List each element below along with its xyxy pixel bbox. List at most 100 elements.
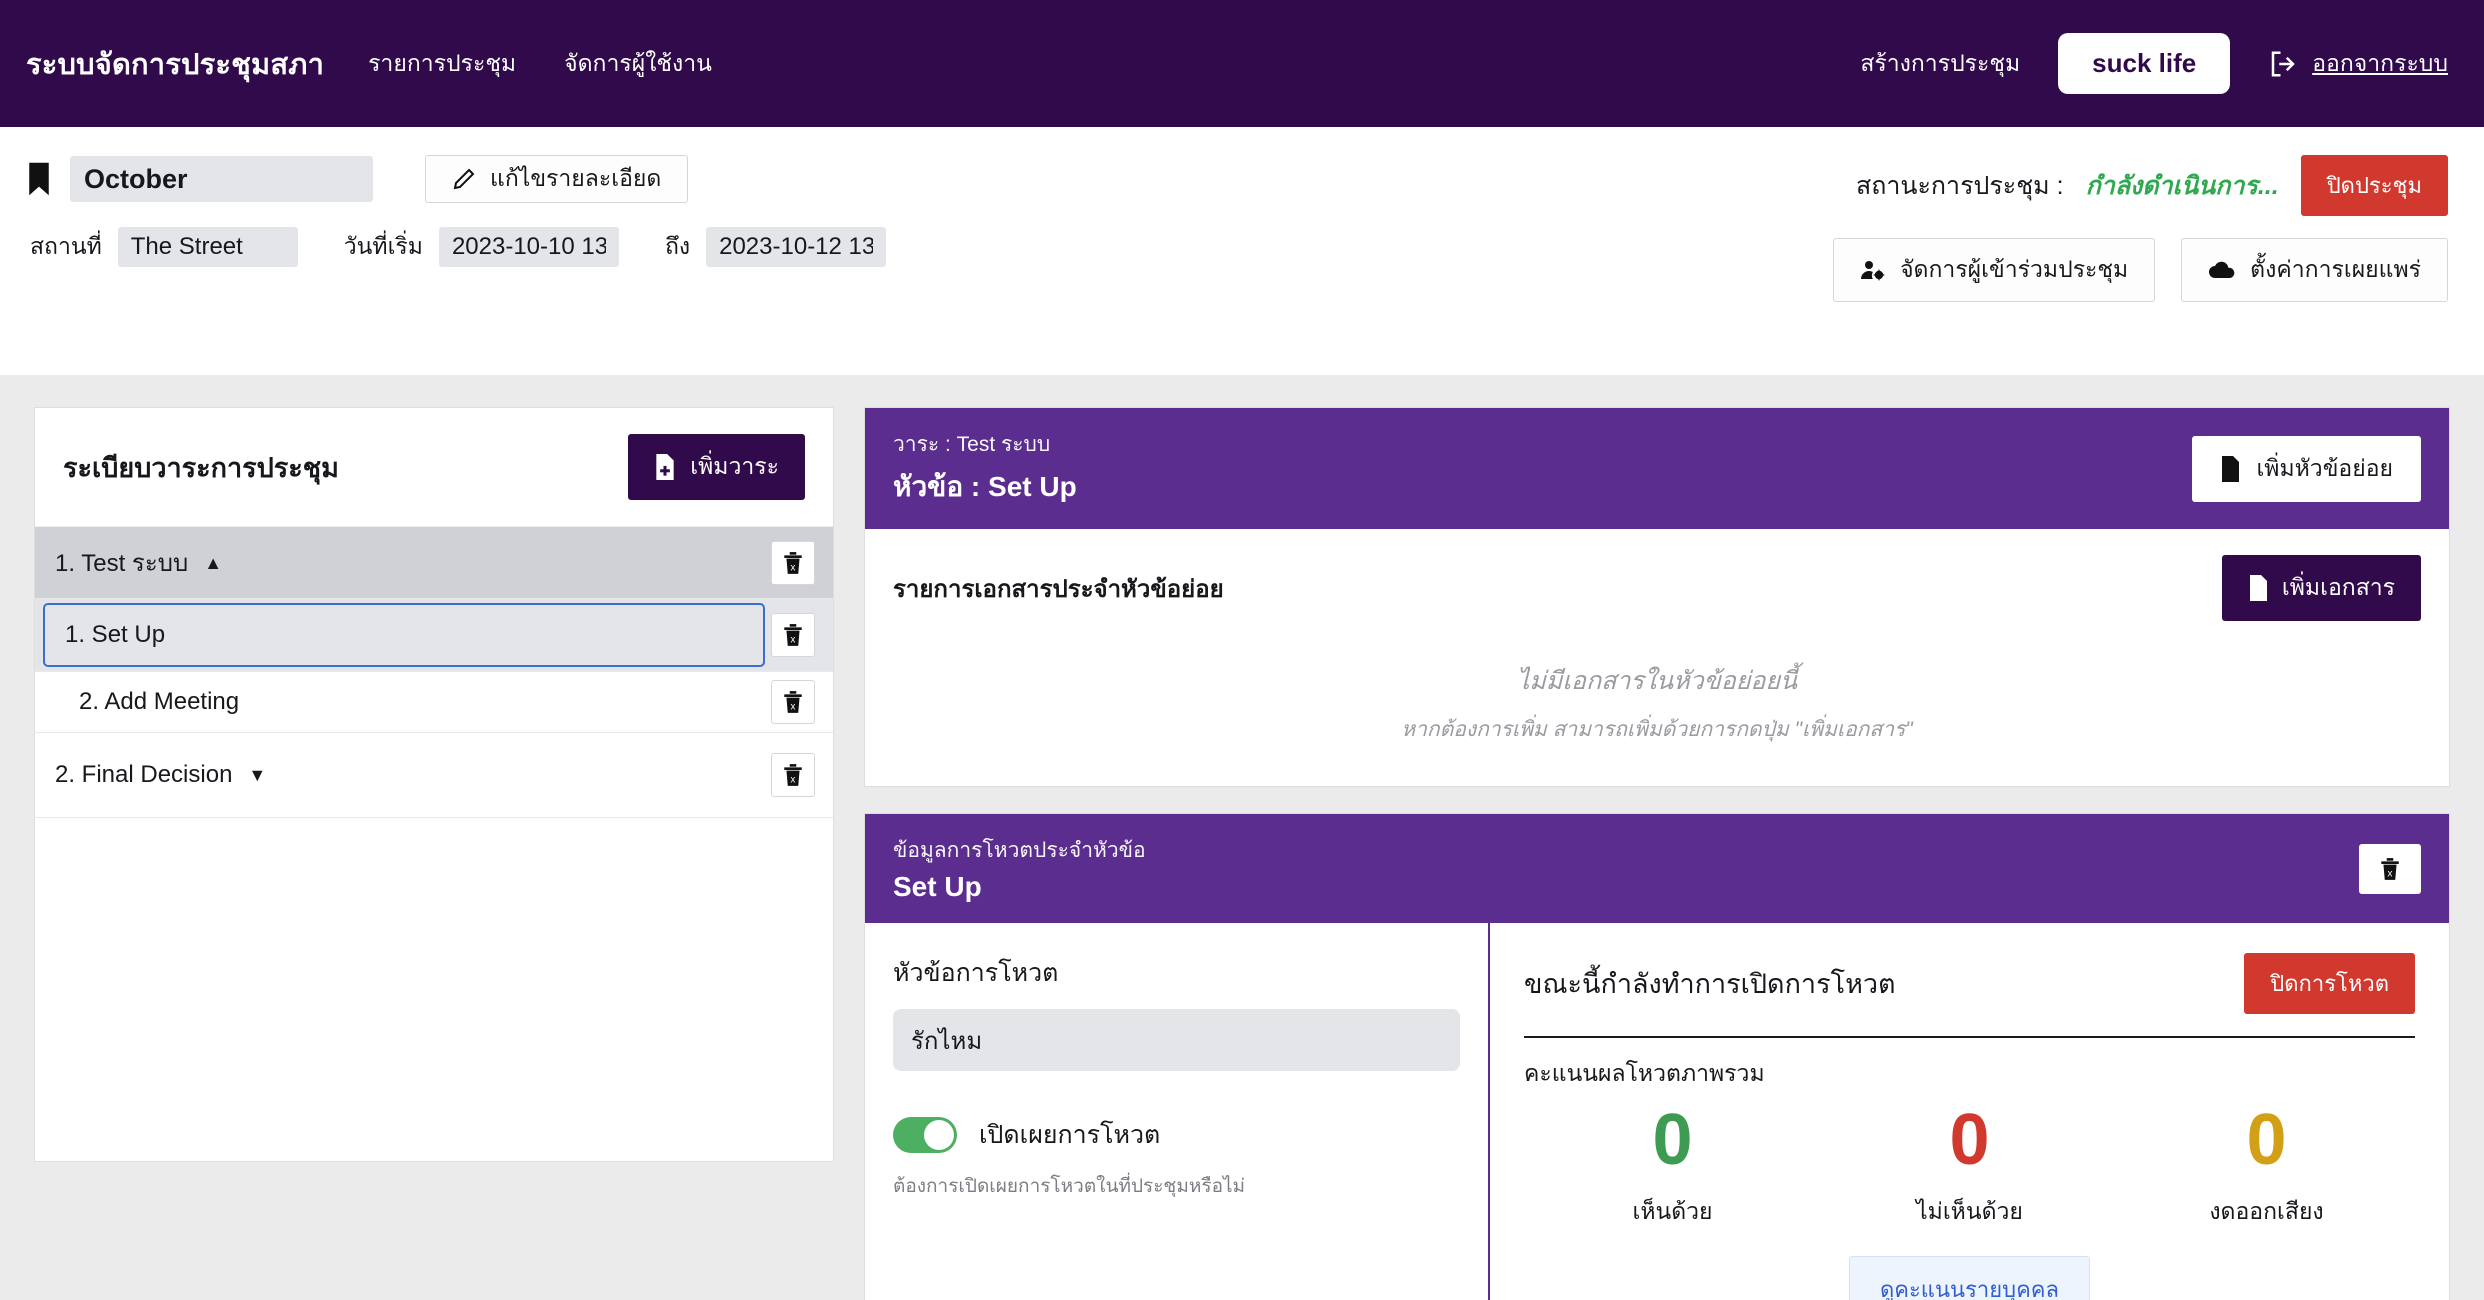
main-content: ระเบียบวาระการประชุม เพิ่มวาระ 1. Test ร… xyxy=(0,375,2484,1300)
file-icon xyxy=(2248,575,2268,601)
vote-status-title: ขณะนี้กำลังทำการเปิดการโหวต xyxy=(1524,969,1896,999)
reveal-toggle-row: เปิดเผยการโหวต xyxy=(893,1115,1460,1155)
place-input[interactable] xyxy=(117,227,298,267)
meeting-status-group: สถานะการประชุม : กำลังดำเนินการ... ปิดปร… xyxy=(1833,155,2448,302)
start-date-input[interactable] xyxy=(438,227,619,267)
toggle-knob xyxy=(924,1120,954,1150)
agenda-sub-main-selected[interactable]: 1. Set Up xyxy=(43,603,765,667)
right-column: วาระ : Test ระบบ หัวข้อ : Set Up เพิ่มหั… xyxy=(864,407,2450,1300)
delete-vote-button[interactable]: x xyxy=(2359,843,2421,894)
subtopic-agenda-line: วาระ : Test ระบบ xyxy=(893,433,1051,456)
vote-results-column: ขณะนี้กำลังทำการเปิดการโหวต ปิดการโหวต ค… xyxy=(1490,923,2449,1300)
file-icon xyxy=(2220,455,2240,482)
vote-divider xyxy=(1524,1036,2415,1038)
publish-settings-button[interactable]: ตั้งค่าการเผยแพร่ xyxy=(2181,238,2448,302)
agenda-sub-row[interactable]: 2. Add Meeting x xyxy=(35,672,833,733)
bookmark-icon xyxy=(26,160,52,198)
agenda-topic-row[interactable]: 2. Final Decision ▼ x xyxy=(35,733,833,818)
pencil-icon xyxy=(452,167,476,191)
agenda-title: ระเบียบวาระการประชุม xyxy=(63,452,339,483)
view-individual-scores-button[interactable]: ดูคะแนนรายบุคคล xyxy=(1848,1256,2091,1300)
chevron-down-icon[interactable]: ▼ xyxy=(248,766,266,784)
edit-details-label: แก้ไขรายละเอียด xyxy=(490,165,662,191)
agenda-list: 1. Test ระบบ ▲ x 1. Set Up x 2. Add Meet… xyxy=(35,527,833,818)
delete-agenda-sub-button[interactable]: x xyxy=(771,613,815,657)
status-label: สถานะการประชุม : xyxy=(1855,171,2064,200)
file-plus-icon xyxy=(654,454,676,480)
svg-text:x: x xyxy=(2388,868,2393,879)
vote-count-agree: 0 xyxy=(1652,1100,1693,1180)
cloud-upload-icon xyxy=(2208,259,2236,281)
close-meeting-button[interactable]: ปิดประชุม xyxy=(2300,155,2448,216)
vote-count-disagree: 0 xyxy=(1949,1100,1990,1180)
vote-results-label: คะแนนผลโหวตภาพรวม xyxy=(1524,1060,1765,1086)
meeting-title-input[interactable] xyxy=(70,156,373,202)
svg-text:x: x xyxy=(791,702,796,713)
add-subtopic-label: เพิ่มหัวข้อย่อย xyxy=(2256,454,2393,481)
agenda-panel: ระเบียบวาระการประชุม เพิ่มวาระ 1. Test ร… xyxy=(34,407,834,1162)
documents-body: รายการเอกสารประจำหัวข้อย่อย เพิ่มเอกสาร … xyxy=(865,529,2449,786)
agenda-topic-label: 2. Final Decision xyxy=(55,761,233,788)
agenda-sub-main[interactable]: 2. Add Meeting xyxy=(35,672,771,732)
meeting-action-buttons: จัดการผู้เข้าร่วมประชุม ตั้งค่าการเผยแพร… xyxy=(1833,238,2448,302)
vote-status-row: ขณะนี้กำลังทำการเปิดการโหวต ปิดการโหวต xyxy=(1524,953,2415,1014)
publish-settings-label: ตั้งค่าการเผยแพร่ xyxy=(2250,256,2421,282)
vote-header-text: ข้อมูลการโหวตประจำหัวข้อ Set Up xyxy=(893,834,1146,903)
vote-count-abstain: 0 xyxy=(2246,1100,2287,1180)
add-agenda-button[interactable]: เพิ่มวาระ xyxy=(628,434,805,500)
create-meeting-link[interactable]: สร้างการประชุม xyxy=(1860,46,2020,82)
documents-header: รายการเอกสารประจำหัวข้อย่อย เพิ่มเอกสาร xyxy=(893,555,2421,621)
user-name-chip[interactable]: suck life xyxy=(2058,33,2231,94)
add-subtopic-button[interactable]: เพิ่มหัวข้อย่อย xyxy=(2192,435,2421,502)
documents-label: รายการเอกสารประจำหัวข้อย่อย xyxy=(893,575,1224,603)
delete-agenda-sub-button[interactable]: x xyxy=(771,680,815,724)
delete-agenda-topic-button[interactable]: x xyxy=(771,753,815,797)
delete-agenda-topic-button[interactable]: x xyxy=(771,540,815,585)
documents-empty-state: ไม่มีเอกสารในหัวข้อย่อยนี้ หากต้องการเพิ… xyxy=(893,661,2421,746)
vote-result-disagree: 0 ไม่เห็นด้วย ดูคะแนนรายบุคคล xyxy=(1821,1104,2118,1300)
agenda-sub-row[interactable]: 1. Set Up x xyxy=(35,599,833,672)
add-document-button[interactable]: เพิ่มเอกสาร xyxy=(2221,555,2421,621)
logout-label: ออกจากระบบ xyxy=(2312,49,2448,76)
add-agenda-label: เพิ่มวาระ xyxy=(690,453,779,479)
subtopic-title-line: หัวข้อ : Set Up xyxy=(893,471,1077,502)
vote-label-abstain: งดออกเสียง xyxy=(2209,1198,2324,1224)
vote-header-main: Set Up xyxy=(893,871,982,902)
reveal-vote-toggle[interactable] xyxy=(893,1117,957,1153)
vote-body: หัวข้อการโหวต เปิดเผยการโหวต ต้องการเปิด… xyxy=(865,923,2449,1300)
end-date-input[interactable] xyxy=(706,227,887,267)
svg-text:x: x xyxy=(791,775,796,786)
vote-header-sub: ข้อมูลการโหวตประจำหัวข้อ xyxy=(893,839,1146,862)
edit-details-button[interactable]: แก้ไขรายละเอียด xyxy=(425,155,689,203)
nav-link-meeting-list[interactable]: รายการประชุม xyxy=(368,46,516,82)
vote-topic-input[interactable] xyxy=(893,1009,1460,1071)
agenda-topic-main[interactable]: 2. Final Decision ▼ xyxy=(35,733,771,817)
brand-title: ระบบจัดการประชุมสภา xyxy=(26,48,325,81)
user-gear-icon xyxy=(1860,258,1886,282)
svg-text:x: x xyxy=(791,562,796,573)
subtopic-header-text: วาระ : Test ระบบ หัวข้อ : Set Up xyxy=(893,428,1077,509)
start-date-label: วันที่เริ่ม xyxy=(343,233,423,259)
subtopic-panel: วาระ : Test ระบบ หัวข้อ : Set Up เพิ่มหั… xyxy=(864,407,2450,787)
logout-button[interactable]: ออกจากระบบ xyxy=(2268,46,2448,82)
svg-text:x: x xyxy=(791,635,796,646)
subtopic-header: วาระ : Test ระบบ หัวข้อ : Set Up เพิ่มหั… xyxy=(865,408,2449,529)
nav-link-user-management[interactable]: จัดการผู้ใช้งาน xyxy=(564,46,712,82)
agenda-sub-label: 2. Add Meeting xyxy=(79,688,240,715)
reveal-vote-help: ต้องการเปิดเผยการโหวตในที่ประชุมหรือไม่ xyxy=(893,1176,1246,1197)
primary-nav: รายการประชุม จัดการผู้ใช้งาน xyxy=(368,46,712,82)
top-navbar: ระบบจัดการประชุมสภา รายการประชุม จัดการผ… xyxy=(0,0,2484,127)
documents-empty-line2: หากต้องการเพิ่ม สามารถเพิ่มด้วยการกดปุ่ม… xyxy=(1401,718,1913,741)
vote-result-abstain: 0 งดออกเสียง xyxy=(2118,1104,2415,1300)
manage-attendees-label: จัดการผู้เข้าร่วมประชุม xyxy=(1900,256,2129,282)
close-vote-button[interactable]: ปิดการโหวต xyxy=(2244,953,2415,1014)
agenda-topic-main[interactable]: 1. Test ระบบ ▲ xyxy=(35,527,771,598)
agenda-topic-row[interactable]: 1. Test ระบบ ▲ x xyxy=(35,527,833,599)
vote-header: ข้อมูลการโหวตประจำหัวข้อ Set Up x xyxy=(865,814,2449,923)
status-line: สถานะการประชุม : กำลังดำเนินการ... ปิดปร… xyxy=(1856,155,2448,216)
manage-attendees-button[interactable]: จัดการผู้เข้าร่วมประชุม xyxy=(1833,238,2156,302)
vote-label-agree: เห็นด้วย xyxy=(1632,1198,1713,1224)
to-label: ถึง xyxy=(664,233,691,259)
chevron-up-icon[interactable]: ▲ xyxy=(204,554,222,572)
vote-topic-label: หัวข้อการโหวต xyxy=(893,959,1059,987)
